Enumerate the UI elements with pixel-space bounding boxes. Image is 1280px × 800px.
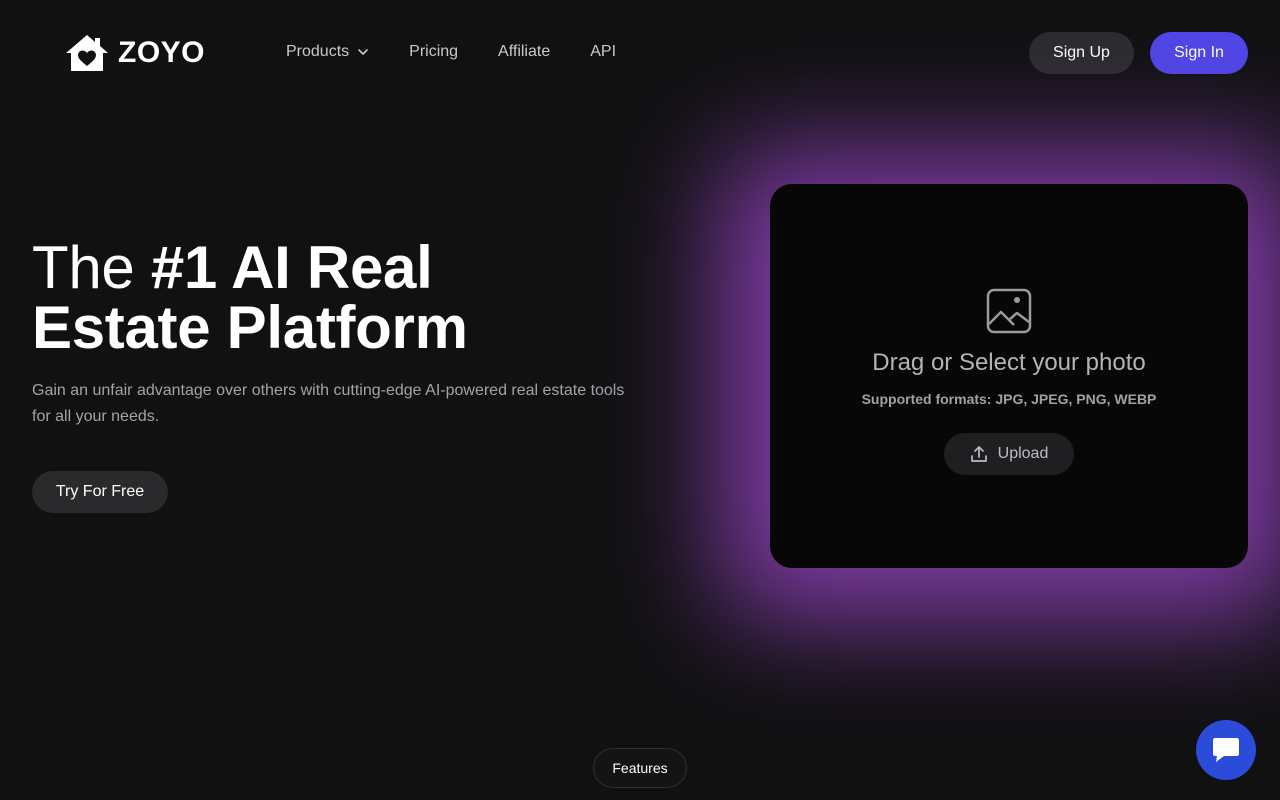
upload-button[interactable]: Upload xyxy=(944,433,1074,475)
chevron-down-icon xyxy=(358,49,368,55)
main-nav: Products Pricing Affiliate API xyxy=(286,40,656,64)
features-tab[interactable]: Features xyxy=(593,748,687,788)
hero-title-strong-2: Estate Platform xyxy=(32,294,468,361)
house-heart-icon xyxy=(66,35,108,71)
hero-title-lead: The xyxy=(32,234,151,301)
upload-icon xyxy=(970,446,987,462)
nav-item-products[interactable]: Products xyxy=(286,40,369,64)
chat-icon xyxy=(1213,738,1239,762)
nav-item-label: Products xyxy=(286,43,350,60)
nav-item-label: API xyxy=(590,43,617,60)
image-icon xyxy=(986,288,1032,334)
sign-in-button[interactable]: Sign In xyxy=(1150,32,1248,74)
nav-item-pricing[interactable]: Pricing xyxy=(409,40,458,64)
brand-name: ZOYO xyxy=(118,36,206,69)
nav-item-api[interactable]: API xyxy=(590,40,616,64)
chat-launcher-button[interactable] xyxy=(1196,720,1256,780)
hero-title: The #1 AI Real Estate Platform xyxy=(32,238,672,358)
try-for-free-button[interactable]: Try For Free xyxy=(32,471,168,513)
nav-item-label: Affiliate xyxy=(498,43,551,60)
dropzone-title: Drag or Select your photo xyxy=(872,349,1146,376)
sign-up-button[interactable]: Sign Up xyxy=(1029,32,1134,74)
brand-logo[interactable]: ZOYO xyxy=(64,33,205,73)
hero-title-strong-1: #1 AI Real xyxy=(150,234,433,301)
nav-item-label: Pricing xyxy=(409,43,459,60)
nav-item-affiliate[interactable]: Affiliate xyxy=(498,40,550,64)
site-header: ZOYO Products Pricing Affiliate API Sign… xyxy=(0,0,1280,104)
upload-button-label: Upload xyxy=(997,445,1049,462)
supported-formats: Supported formats: JPG, JPEG, PNG, WEBP xyxy=(861,391,1157,407)
hero-subtitle: Gain an unfair advantage over others wit… xyxy=(32,382,625,425)
photo-dropzone[interactable]: Drag or Select your photo Supported form… xyxy=(770,184,1248,568)
